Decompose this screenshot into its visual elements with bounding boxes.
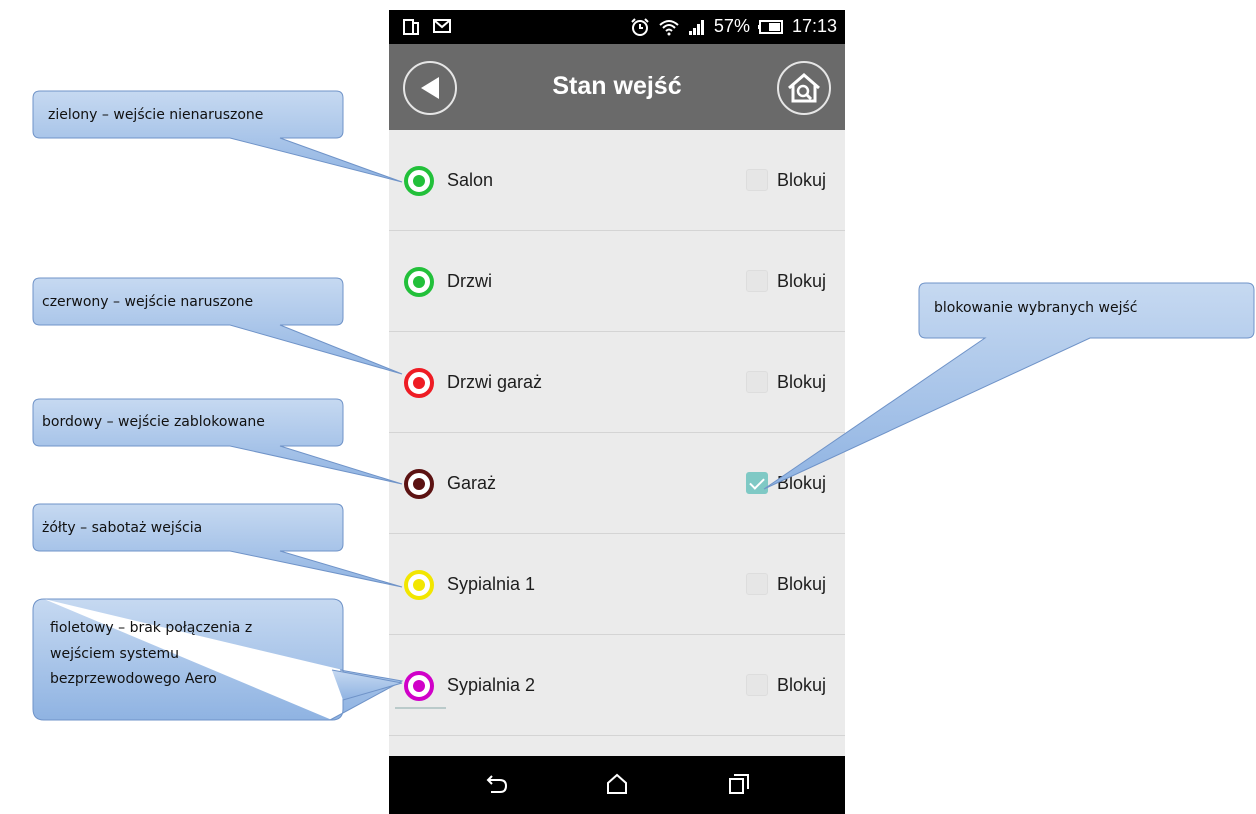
status-bar: 57% 17:13 — [389, 10, 845, 44]
block-label[interactable]: Blokuj — [777, 271, 826, 292]
inputs-list: Salon Blokuj Drzwi Blokuj Drzwi garaż Bl… — [389, 130, 845, 736]
block-checkbox[interactable] — [746, 169, 768, 191]
input-name: Drzwi garaż — [447, 372, 543, 392]
home-button[interactable] — [777, 61, 831, 115]
home-search-icon — [788, 73, 820, 103]
block-checkbox[interactable] — [746, 674, 768, 696]
nav-recent-apps-icon[interactable] — [727, 772, 751, 796]
phone-notification-icon — [403, 19, 419, 35]
input-name: Drzwi — [447, 271, 492, 291]
callout-purple-text-3: bezprzewodowego Aero — [50, 671, 217, 687]
app-bar: Stan wejść — [389, 44, 845, 130]
list-item: Salon Blokuj — [389, 130, 845, 231]
wifi-icon — [659, 19, 679, 35]
callout-red-text: czerwony – wejście naruszone — [42, 294, 254, 310]
input-name: Garaż — [447, 473, 497, 493]
list-item: Drzwi Blokuj — [389, 231, 845, 332]
input-name: Salon — [447, 170, 494, 190]
signal-icon — [688, 19, 704, 35]
status-dot-icon — [404, 671, 434, 701]
status-dot-icon — [404, 166, 434, 196]
list-item: Garaż Blokuj — [389, 433, 845, 534]
list-item: Drzwi garaż Blokuj — [389, 332, 845, 433]
block-label[interactable]: Blokuj — [777, 675, 826, 696]
block-label[interactable]: Blokuj — [777, 170, 826, 191]
callout-green-text: zielony – wejście nienaruszone — [48, 107, 264, 123]
status-dot-icon — [404, 368, 434, 398]
callout-yellow-text: żółty – sabotaż wejścia — [42, 520, 203, 536]
input-name: Sypialnia 1 — [447, 574, 536, 594]
system-nav-bar — [389, 756, 845, 814]
status-dot-icon — [404, 267, 434, 297]
alarm-icon — [631, 17, 649, 36]
callout-maroon-text: bordowy – wejście zablokowane — [42, 414, 265, 430]
block-checkbox[interactable] — [746, 573, 768, 595]
input-name: Sypialnia 2 — [447, 675, 536, 695]
status-dot-icon — [404, 469, 434, 499]
callout-purple-text-1: fioletowy – brak połączenia z — [50, 620, 253, 636]
block-checkbox[interactable] — [746, 270, 768, 292]
block-label[interactable]: Blokuj — [777, 372, 826, 393]
phone-screen: 57% 17:13 Stan wejść Salon Blokuj Drzwi … — [389, 10, 845, 814]
block-checkbox[interactable] — [746, 472, 768, 494]
block-checkbox[interactable] — [746, 371, 768, 393]
block-label[interactable]: Blokuj — [777, 473, 826, 494]
nav-back-icon[interactable] — [485, 772, 509, 796]
list-item: Sypialnia 2 Blokuj — [389, 635, 845, 736]
battery-icon — [757, 19, 783, 34]
block-label[interactable]: Blokuj — [777, 574, 826, 595]
battery-percent: 57% — [713, 16, 750, 36]
clock: 17:13 — [791, 16, 837, 36]
callout-purple-text-2: wejściem systemu — [50, 646, 180, 662]
status-dot-icon — [404, 570, 434, 600]
callout-block-text: blokowanie wybranych wejść — [934, 300, 1138, 316]
mail-icon — [433, 19, 451, 33]
nav-home-icon[interactable] — [605, 772, 629, 796]
list-item: Sypialnia 1 Blokuj — [389, 534, 845, 635]
